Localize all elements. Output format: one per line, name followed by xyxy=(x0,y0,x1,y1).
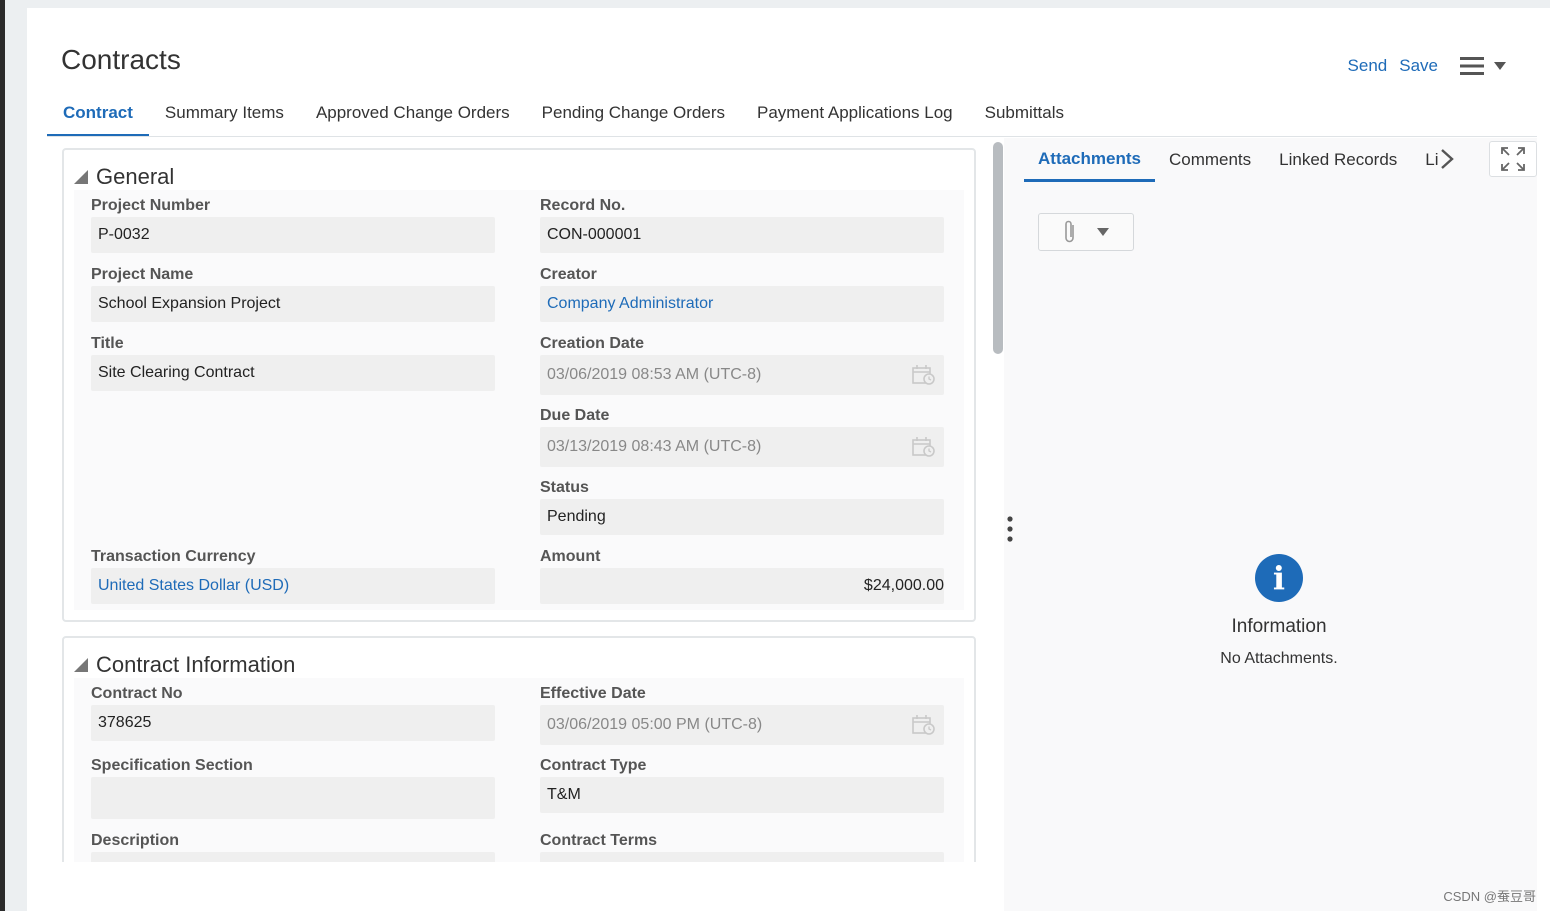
contract-terms-label: Contract Terms xyxy=(540,832,658,849)
description-label: Description xyxy=(91,832,180,849)
info-icon: i xyxy=(1255,554,1303,602)
due-date-label: Due Date xyxy=(540,407,610,424)
calendar-icon xyxy=(912,437,935,457)
window-edge xyxy=(0,0,5,911)
contract-page: Contracts Send Save Contract Summary Ite… xyxy=(27,8,1550,911)
section-title: General xyxy=(96,164,175,189)
calendar-icon xyxy=(912,365,935,385)
due-date-field: 03/13/2019 08:43 AM (UTC-8) xyxy=(540,427,944,467)
side-panel-tabs: Attachments Comments Linked Records Li xyxy=(1024,138,1453,182)
empty-state: i Information No Attachments. xyxy=(1174,554,1384,668)
effective-date-value: 03/06/2019 05:00 PM (UTC-8) xyxy=(547,716,763,733)
empty-state-title: Information xyxy=(1231,616,1327,637)
tab-linked-records[interactable]: Linked Records xyxy=(1265,138,1411,182)
creator-link[interactable]: Company Administrator xyxy=(540,286,944,322)
chevron-right-icon[interactable] xyxy=(1440,148,1454,170)
tab-approved-change-orders[interactable]: Approved Change Orders xyxy=(300,101,526,137)
header-actions: Send Save xyxy=(1348,56,1506,76)
title-field[interactable]: Site Clearing Contract xyxy=(91,355,495,391)
expand-icon xyxy=(1501,147,1525,171)
expand-panel-button[interactable] xyxy=(1489,141,1537,177)
creation-date-value: 03/06/2019 08:53 AM (UTC-8) xyxy=(547,366,762,383)
tab-comments[interactable]: Comments xyxy=(1155,138,1265,182)
more-actions-menu[interactable] xyxy=(1460,56,1506,76)
contract-no-label: Contract No xyxy=(91,685,183,702)
contract-type-field[interactable]: T&M xyxy=(540,777,944,813)
status-field: Pending xyxy=(540,499,944,535)
project-name-field[interactable]: School Expansion Project xyxy=(91,286,495,322)
section-body xyxy=(74,190,964,610)
effective-date-label: Effective Date xyxy=(540,685,646,702)
tab-summary-items[interactable]: Summary Items xyxy=(149,101,300,137)
contract-no-field[interactable]: 378625 xyxy=(91,705,495,741)
tab-attachments[interactable]: Attachments xyxy=(1024,138,1155,182)
send-button[interactable]: Send xyxy=(1348,56,1388,76)
creation-date-label: Creation Date xyxy=(540,335,645,352)
general-section-header[interactable]: General xyxy=(74,164,174,190)
form-pane: General Project Number P-0032 Record No.… xyxy=(27,142,1004,862)
creation-date-field: 03/06/2019 08:53 AM (UTC-8) xyxy=(540,355,944,395)
watermark: CSDN @蚕豆哥 xyxy=(1443,889,1536,904)
transaction-currency-link[interactable]: United States Dollar (USD) xyxy=(91,568,495,604)
creator-label: Creator xyxy=(540,266,597,283)
effective-date-field[interactable]: 03/06/2019 05:00 PM (UTC-8) xyxy=(540,705,944,745)
hamburger-menu-icon xyxy=(1460,57,1484,75)
project-name-label: Project Name xyxy=(91,266,194,283)
general-section: General Project Number P-0032 Record No.… xyxy=(62,148,976,622)
title-label: Title xyxy=(91,335,124,352)
chevron-down-icon xyxy=(1097,228,1109,236)
contract-information-header[interactable]: Contract Information xyxy=(74,652,295,678)
amount-label: Amount xyxy=(540,548,601,565)
contract-type-label: Contract Type xyxy=(540,757,647,774)
transaction-currency-label: Transaction Currency xyxy=(91,548,256,565)
save-button[interactable]: Save xyxy=(1399,56,1438,76)
tabs-divider xyxy=(47,136,1537,137)
status-label: Status xyxy=(540,479,589,496)
project-number-field[interactable]: P-0032 xyxy=(91,217,495,253)
project-number-label: Project Number xyxy=(91,197,211,214)
calendar-icon[interactable] xyxy=(912,714,936,736)
chevron-down-icon xyxy=(1494,62,1506,70)
record-no-field: CON-000001 xyxy=(540,217,944,253)
due-date-value: 03/13/2019 08:43 AM (UTC-8) xyxy=(547,438,762,455)
contract-information-section: Contract Information Contract No 378625 … xyxy=(62,636,976,862)
paperclip-icon xyxy=(1065,220,1074,243)
page-title: Contracts xyxy=(61,44,181,75)
tab-pending-change-orders[interactable]: Pending Change Orders xyxy=(526,101,741,137)
contract-terms-field[interactable] xyxy=(540,852,944,862)
side-panel: Attachments Comments Linked Records Li i… xyxy=(1004,138,1537,911)
specification-section-label: Specification Section xyxy=(91,757,253,774)
specification-section-field[interactable] xyxy=(91,777,495,819)
tab-payment-applications-log[interactable]: Payment Applications Log xyxy=(741,101,969,137)
add-attachment-button[interactable] xyxy=(1038,213,1134,251)
section-title: Contract Information xyxy=(96,652,296,677)
tab-contract[interactable]: Contract xyxy=(47,101,149,137)
collapse-triangle-icon[interactable] xyxy=(74,170,88,184)
record-tabs: Contract Summary Items Approved Change O… xyxy=(47,101,1080,137)
collapse-triangle-icon[interactable] xyxy=(74,658,88,672)
form-scrollbar[interactable] xyxy=(993,142,1003,354)
amount-field: $24,000.00 xyxy=(540,568,944,604)
empty-state-message: No Attachments. xyxy=(1220,650,1338,667)
tab-submittals[interactable]: Submittals xyxy=(969,101,1080,137)
description-field[interactable] xyxy=(91,852,495,862)
record-no-label: Record No. xyxy=(540,197,626,214)
panel-splitter-icon[interactable] xyxy=(1007,516,1013,542)
